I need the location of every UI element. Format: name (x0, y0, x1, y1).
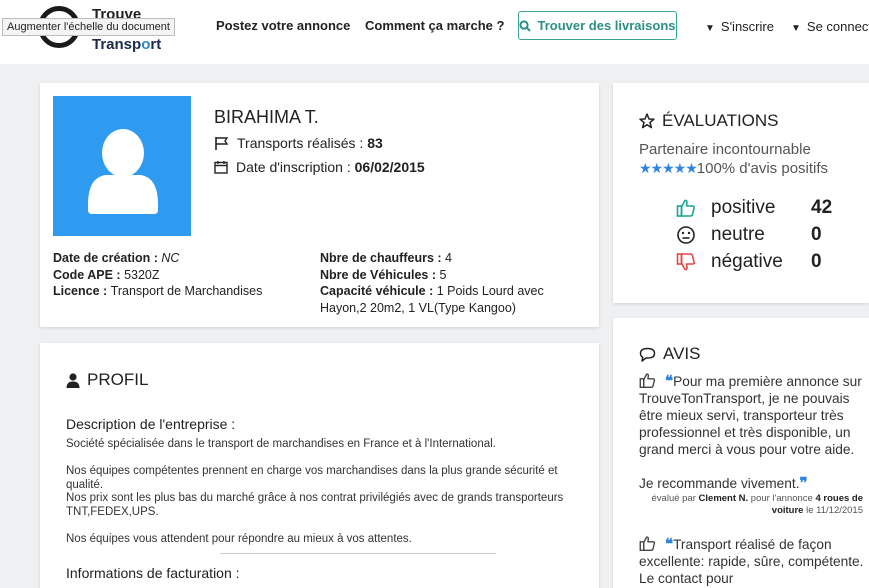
review-ad-link-2[interactable]: voiture (772, 505, 804, 516)
company-info-left: Date de création : NC Code APE : 5320Z L… (53, 250, 262, 300)
licence-value: Transport de Marchandises (110, 284, 263, 298)
signup-date-value: 06/02/2015 (354, 159, 425, 175)
eval-row-positive: positive 42 (675, 197, 832, 219)
signup-label: S'inscrire (720, 19, 774, 34)
zoom-tooltip: Augmenter l'échelle du document (2, 18, 175, 36)
creation-label: Date de création : (53, 251, 162, 265)
thumbs-up-icon (675, 197, 697, 219)
profile-title-text: PROFIL (87, 370, 149, 389)
vehicules-value: 5 (439, 267, 447, 282)
eval-row-negative: négative 0 (675, 251, 822, 273)
calendar-icon (214, 161, 228, 174)
meta-date: le 11/12/2015 (803, 505, 863, 516)
user-silhouette-icon (88, 129, 158, 214)
thumbs-down-icon (675, 251, 697, 273)
login-dropdown[interactable]: ▼ Se connect (791, 19, 869, 34)
flag-icon (215, 137, 229, 150)
signup-date-stat: Date d'inscription : 06/02/2015 (214, 159, 425, 175)
evaluations-summary: Partenaire incontournable ★★★★★100% d'av… (639, 140, 828, 178)
description-p1: Société spécialisée dans le transport de… (66, 438, 496, 450)
caret-down-icon: ▼ (791, 23, 801, 34)
eval-label-positive: positive (711, 197, 776, 218)
review-closing: Je recommande vivement.❞ (639, 475, 864, 492)
meta-for-ad: pour l'annonce (748, 493, 816, 504)
evaluations-title: ÉVALUATIONS (639, 111, 779, 131)
profile-card: PROFIL Description de l'entreprise : Soc… (40, 343, 599, 588)
billing-title: Informations de facturation : (66, 565, 240, 581)
avatar (53, 96, 191, 236)
star-outline-icon (639, 113, 655, 129)
comment-icon (639, 347, 656, 362)
vehicules-label: Nbre de Véhicules : (320, 267, 440, 282)
licence-label: Licence : (53, 284, 111, 298)
find-deliveries-button[interactable]: Trouver des livraisons (518, 11, 677, 40)
positive-percent: 100% d'avis positifs (696, 160, 829, 177)
eval-row-neutral: neutre 0 (675, 224, 822, 246)
caret-down-icon: ▼ (705, 23, 715, 34)
nav-post-ad[interactable]: Postez votre annonce (216, 18, 350, 33)
chauffeurs-value: 4 (445, 251, 452, 265)
review-body: Pour ma première annonce sur TrouveTonTr… (639, 374, 862, 457)
meta-evaluated-by: évalué par (651, 493, 699, 504)
description-p2: Nos équipes compétentes prennent en char… (66, 465, 558, 491)
description-p4: Nos équipes vous attendent pour répondre… (66, 533, 412, 545)
user-name: BIRAHIMA T. (214, 107, 319, 127)
quote-open-icon: ❝ (665, 536, 674, 553)
eval-label-negative: négative (711, 251, 783, 272)
rating-stars: ★★★★★ (639, 160, 698, 176)
transports-label: Transports réalisés : (237, 135, 368, 151)
search-icon (519, 19, 532, 32)
review-closing-text: Je recommande vivement. (639, 476, 800, 491)
transports-value: 83 (367, 135, 383, 151)
quote-close-icon: ❞ (799, 475, 808, 492)
signup-dropdown[interactable]: ▼ S'inscrire (705, 19, 774, 34)
reviews-card: AVIS ❝Pour ma première annonce sur Trouv… (613, 318, 869, 588)
evaluations-card: ÉVALUATIONS Partenaire incontournable ★★… (613, 83, 869, 303)
eval-count-negative: 0 (811, 251, 822, 272)
chauffeurs-label: Nbre de chauffeurs : (320, 251, 446, 265)
logo-text-bottom: Transport (92, 36, 162, 53)
review-ad-link-1[interactable]: 4 roues de (815, 493, 863, 504)
review-body: Transport réalisé de façon excellente: r… (639, 537, 864, 586)
review-text: ❝Pour ma première annonce sur TrouveTonT… (639, 373, 864, 458)
quote-open-icon: ❝ (665, 373, 674, 390)
section-divider (220, 553, 496, 554)
signup-date-label: Date d'inscription : (236, 159, 355, 175)
capacite-value-2: Hayon,2 20m2, 1 VL(Type Kangoo) (320, 300, 516, 315)
neutral-face-icon (675, 224, 697, 246)
description-title: Description de l'entreprise : (66, 416, 236, 432)
eval-count-positive: 42 (811, 197, 833, 218)
user-icon (66, 372, 80, 388)
capacite-label: Capacité véhicule : (320, 284, 437, 298)
reviews-title: AVIS (639, 344, 700, 364)
profile-title: PROFIL (66, 370, 148, 390)
creation-value: NC (161, 251, 180, 265)
description-p3: Nos prix sont les plus bas du marché grâ… (66, 492, 564, 518)
evaluations-subtitle: Partenaire incontournable (639, 141, 811, 158)
eval-count-neutral: 0 (811, 224, 822, 245)
capacite-value-1: 1 Poids Lourd avec (436, 284, 544, 298)
review-author-link[interactable]: Clement N. (699, 493, 749, 504)
nav-how-it-works[interactable]: Comment ça marche ? (365, 18, 504, 33)
evaluations-title-text: ÉVALUATIONS (662, 111, 779, 130)
transports-stat: Transports réalisés : 83 (214, 135, 383, 151)
ape-value: 5320Z (124, 267, 160, 282)
reviews-title-text: AVIS (663, 344, 701, 363)
top-header: Trouve Transport Augmenter l'échelle du … (0, 0, 869, 64)
review-meta: évalué par Clement N. pour l'annonce 4 r… (633, 493, 863, 517)
user-card: BIRAHIMA T. Transports réalisés : 83 Dat… (40, 83, 599, 327)
find-deliveries-label: Trouver des livraisons (537, 18, 676, 33)
login-label: Se connect (806, 19, 869, 34)
review-text: ❝Transport réalisé de façon excellente: … (639, 536, 864, 587)
ape-label: Code APE : (53, 267, 125, 282)
eval-label-neutral: neutre (711, 224, 765, 245)
company-info-right: Nbre de chauffeurs : 4 Nbre de Véhicules… (320, 250, 590, 316)
